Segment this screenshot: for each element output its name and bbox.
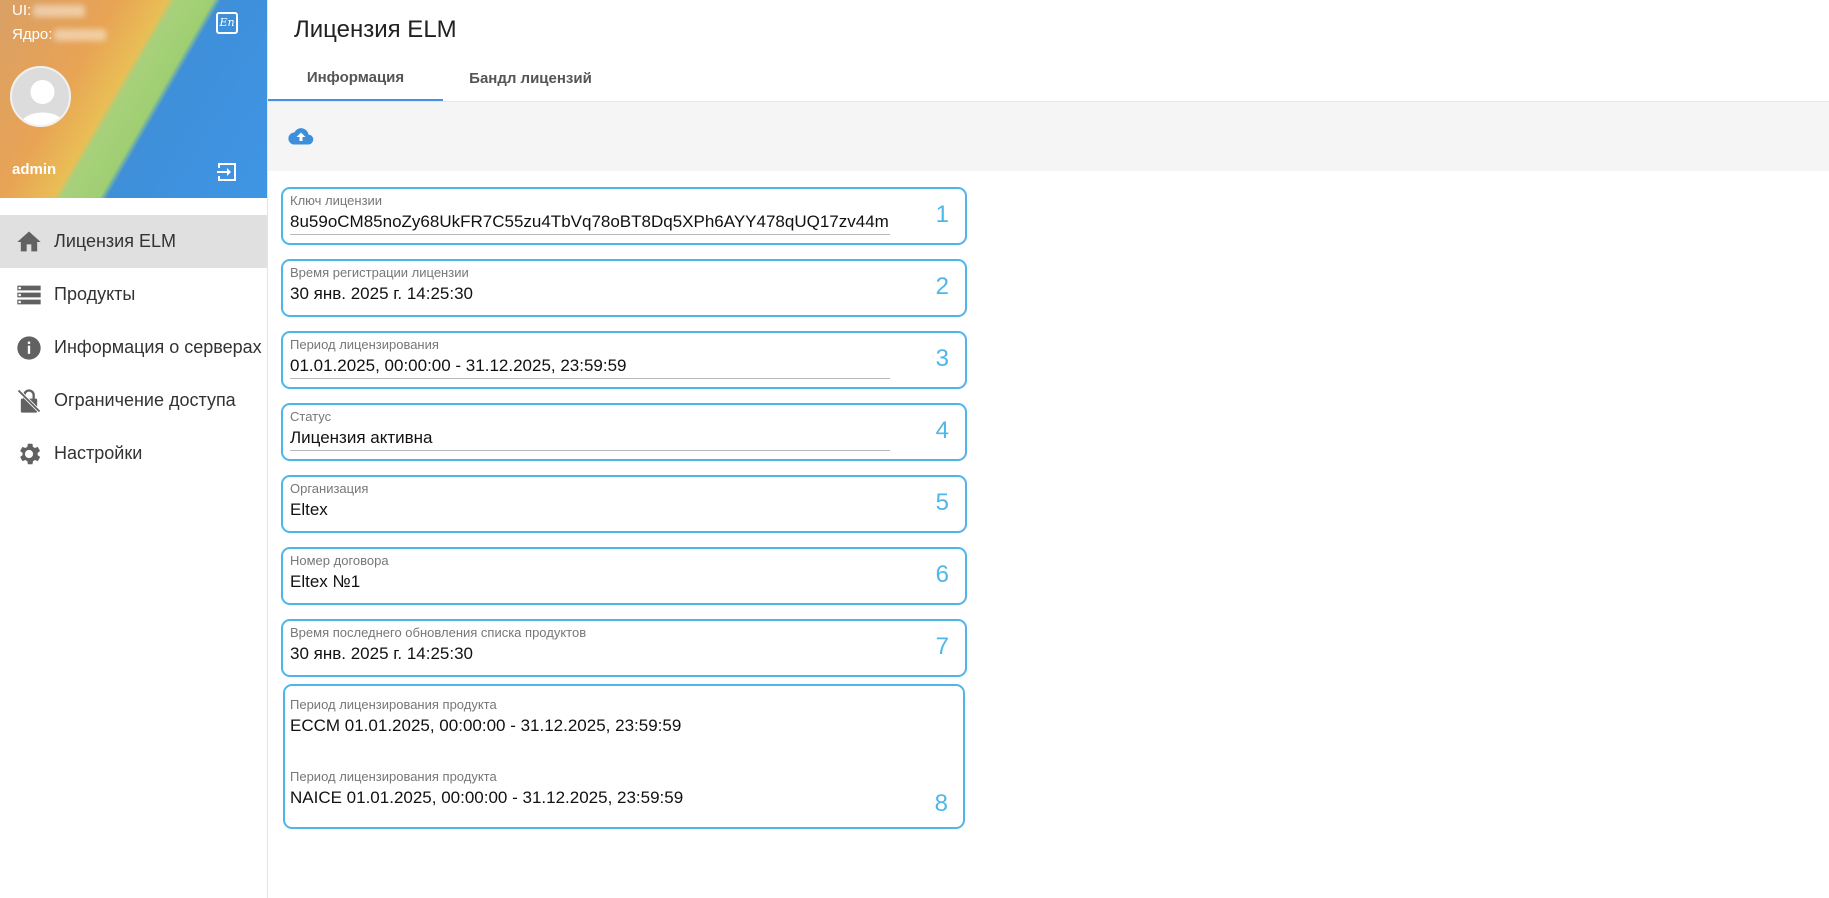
sidebar-item-settings[interactable]: Настройки — [0, 427, 267, 480]
field-underline — [290, 450, 890, 451]
field-label: Организация — [290, 481, 369, 496]
sidebar: UI: Ядро: En admin Лицензия ELM Продукты… — [0, 0, 268, 898]
product-periods-group: Период лицензирования продукта ECCM 01.0… — [283, 684, 965, 829]
logout-icon[interactable] — [215, 160, 239, 184]
annotation-number: 8 — [934, 790, 948, 817]
license-period-value[interactable]: 01.01.2025, 00:00:00 - 31.12.2025, 23:59… — [290, 356, 890, 376]
product-period-item: Период лицензирования продукта ECCM 01.0… — [290, 697, 681, 736]
products-update-time-field: Время последнего обновления списка проду… — [281, 619, 967, 677]
annotation-number: 1 — [935, 201, 949, 228]
gear-icon — [14, 439, 44, 469]
field-label: Период лицензирования продукта — [290, 769, 497, 784]
product-period-value[interactable]: ECCM 01.01.2025, 00:00:00 - 31.12.2025, … — [290, 716, 681, 736]
status-field: Статус Лицензия активна 4 — [281, 403, 967, 461]
product-period-item: Период лицензирования продукта NAICE 01.… — [290, 769, 683, 808]
sidebar-item-products[interactable]: Продукты — [0, 268, 267, 321]
ui-version-label: UI: — [12, 2, 32, 19]
lock-icon — [14, 386, 44, 416]
toolbar — [268, 101, 1829, 171]
language-switch-icon[interactable]: En — [216, 12, 238, 34]
user-silhouette-icon — [20, 80, 65, 125]
sidebar-nav: Лицензия ELM Продукты Информация о серве… — [0, 215, 267, 480]
field-label: Период лицензирования продукта — [290, 697, 497, 712]
license-period-field: Период лицензирования 01.01.2025, 00:00:… — [281, 331, 967, 389]
tab-license-bundle[interactable]: Бандл лицензий — [443, 55, 618, 101]
core-version-value — [54, 29, 107, 42]
sidebar-item-label: Информация о серверах — [54, 337, 262, 357]
field-underline — [290, 378, 890, 379]
field-label: Время последнего обновления списка проду… — [290, 625, 587, 640]
annotation-number: 7 — [935, 633, 949, 660]
list-icon — [14, 280, 44, 310]
field-underline — [290, 234, 890, 235]
field-label: Номер договора — [290, 553, 389, 568]
registration-time-value[interactable]: 30 янв. 2025 г. 14:25:30 — [290, 284, 890, 304]
main-content: Лицензия ELM Информация Бандл лицензий К… — [268, 0, 1829, 898]
annotation-number: 4 — [935, 417, 949, 444]
page-title: Лицензия ELM — [294, 16, 457, 43]
ui-version: UI: — [12, 2, 86, 19]
organization-field: Организация Eltex 5 — [281, 475, 967, 533]
sidebar-item-label: Продукты — [54, 284, 136, 304]
annotation-number: 5 — [935, 489, 949, 516]
sidebar-item-server-info[interactable]: Информация о серверах — [0, 321, 267, 374]
registration-time-field: Время регистрации лицензии 30 янв. 2025 … — [281, 259, 967, 317]
sidebar-item-label: Ограничение доступа — [54, 390, 236, 410]
license-key-value[interactable]: 8u59oCM85noZy68UkFR7C55zu4TbVq78oBT8Dq5X… — [290, 212, 890, 232]
core-version: Ядро: — [12, 26, 107, 43]
app-root: UI: Ядро: En admin Лицензия ELM Продукты… — [0, 0, 1829, 898]
organization-value[interactable]: Eltex — [290, 500, 890, 520]
info-icon — [14, 333, 44, 363]
username: admin — [12, 161, 57, 178]
field-label: Период лицензирования — [290, 337, 439, 352]
field-label: Ключ лицензии — [290, 193, 383, 208]
avatar — [10, 66, 71, 127]
annotation-number: 6 — [935, 561, 949, 588]
products-update-time-value[interactable]: 30 янв. 2025 г. 14:25:30 — [290, 644, 890, 664]
home-icon — [14, 227, 44, 257]
profile-header: UI: Ядро: En admin — [0, 0, 267, 198]
sidebar-item-access-restriction[interactable]: Ограничение доступа — [0, 374, 267, 427]
ui-version-value — [33, 5, 86, 18]
license-key-field: Ключ лицензии 8u59oCM85noZy68UkFR7C55zu4… — [281, 187, 967, 245]
sidebar-item-elm-license[interactable]: Лицензия ELM — [0, 215, 267, 268]
sidebar-item-label: Лицензия ELM — [54, 231, 176, 251]
contract-number-value[interactable]: Eltex №1 — [290, 572, 890, 592]
tab-information[interactable]: Информация — [268, 55, 443, 101]
field-label: Время регистрации лицензии — [290, 265, 469, 280]
sidebar-item-label: Настройки — [54, 443, 143, 463]
annotation-number: 2 — [935, 273, 949, 300]
product-period-value[interactable]: NAICE 01.01.2025, 00:00:00 - 31.12.2025,… — [290, 788, 683, 808]
field-label: Статус — [290, 409, 332, 424]
cloud-upload-icon[interactable] — [288, 126, 314, 148]
status-value[interactable]: Лицензия активна — [290, 428, 890, 448]
core-version-label: Ядро: — [12, 26, 53, 43]
annotation-number: 3 — [935, 345, 949, 372]
tab-bar: Информация Бандл лицензий — [268, 55, 618, 101]
contract-number-field: Номер договора Eltex №1 6 — [281, 547, 967, 605]
